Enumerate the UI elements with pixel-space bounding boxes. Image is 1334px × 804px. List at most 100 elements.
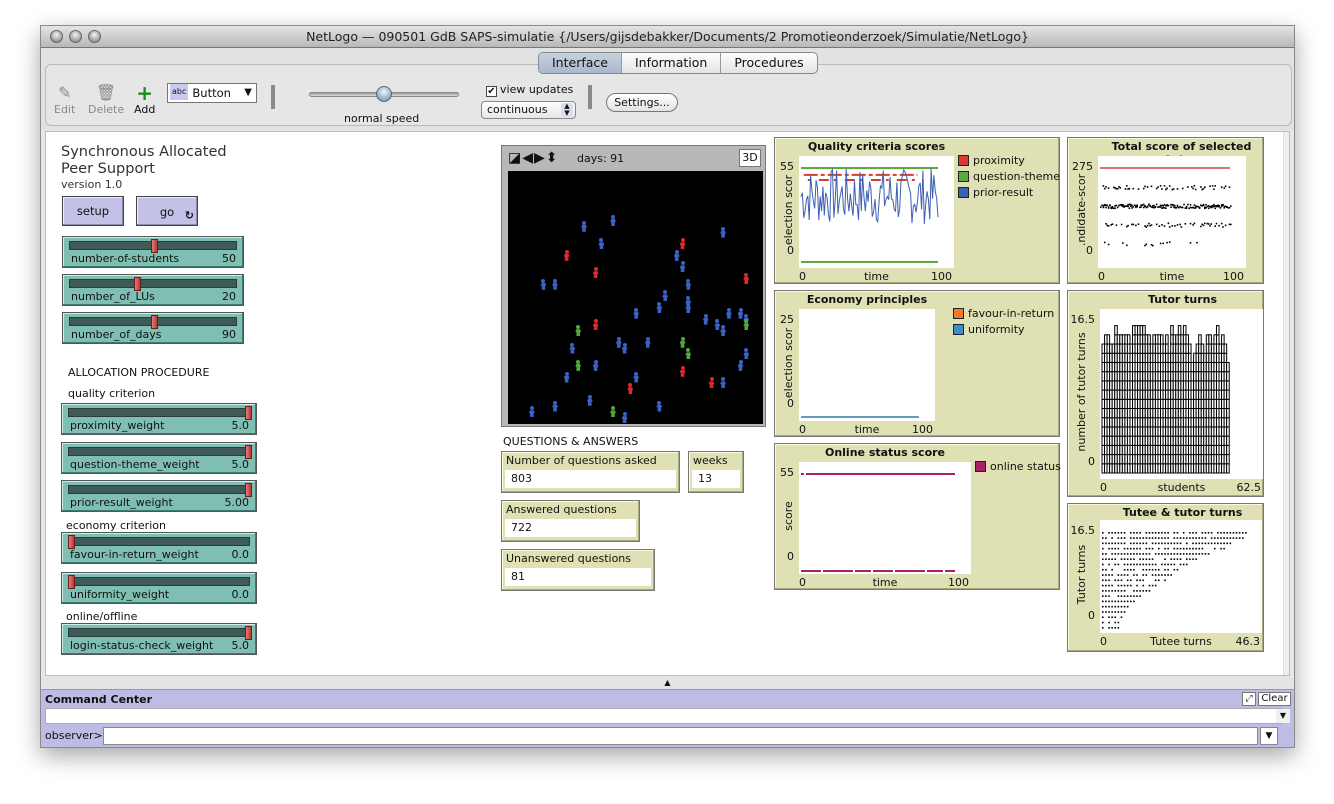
data-point — [1140, 206, 1142, 208]
slider-question-theme-weight[interactable]: question-theme_weight 5.0 — [61, 442, 257, 474]
slider-thumb[interactable] — [245, 445, 252, 459]
turtle-blue — [621, 342, 628, 354]
vertical-scrollbar[interactable] — [1283, 132, 1289, 675]
data-point — [1176, 188, 1179, 190]
data-point — [1120, 579, 1123, 582]
slider-track[interactable] — [68, 408, 250, 417]
data-point — [1222, 226, 1224, 228]
data-point — [1154, 537, 1157, 539]
update-mode-select[interactable]: continuous ▲ ▼ — [481, 101, 576, 119]
settings-button[interactable]: Settings... — [606, 93, 678, 112]
data-point — [1120, 611, 1123, 613]
slider-track[interactable] — [68, 537, 250, 546]
minimize-window-button[interactable] — [69, 30, 82, 43]
data-point — [1114, 207, 1116, 210]
data-point — [1189, 222, 1192, 225]
plot-economy: Economy principles scores025time0100elec… — [774, 290, 1060, 437]
expand-icon[interactable]: ⤢ — [1242, 692, 1256, 706]
slider-track[interactable] — [68, 577, 250, 586]
data-point — [1223, 542, 1225, 545]
slider-thumb[interactable] — [68, 575, 75, 589]
data-point — [1161, 188, 1163, 190]
splitter-handle[interactable]: ▲ — [41, 677, 1294, 689]
slider-favour-in-return-weight[interactable]: favour-in-return_weight 0.0 — [61, 532, 257, 564]
slider-number-of-students[interactable]: number-of-students 50 — [62, 236, 244, 268]
data-point — [1176, 568, 1179, 571]
slider-thumb[interactable] — [245, 406, 252, 420]
data-point — [1144, 205, 1146, 207]
tab-interface[interactable]: Interface — [539, 53, 622, 73]
slider-thumb[interactable] — [68, 535, 75, 549]
3d-button[interactable]: 3D — [739, 149, 761, 167]
data-point — [1126, 595, 1129, 597]
data-point — [1154, 532, 1157, 534]
slider-track[interactable] — [69, 279, 237, 288]
data-point — [1176, 558, 1179, 560]
y-axis-label: election scor — [782, 174, 795, 246]
data-point — [1150, 185, 1153, 188]
output-dropdown-icon[interactable]: ▼ — [1276, 709, 1290, 723]
data-point — [1142, 558, 1145, 560]
edit-button[interactable]: ✎ Edit — [54, 83, 75, 116]
data-point — [1120, 532, 1123, 534]
data-point — [1230, 223, 1232, 226]
tab-information[interactable]: Information — [622, 53, 722, 73]
slider-number-of-lus[interactable]: number_of_LUs 20 — [62, 274, 244, 306]
speed-slider-knob[interactable] — [376, 86, 392, 102]
view-updates-checkbox[interactable]: ✔ view updates — [486, 83, 573, 97]
forever-icon: ↻ — [184, 209, 194, 222]
slider-thumb[interactable] — [245, 626, 252, 640]
data-point — [1111, 547, 1113, 550]
data-point — [1137, 223, 1140, 225]
slider-track[interactable] — [68, 447, 250, 456]
data-point — [1167, 537, 1169, 539]
widget-type-select[interactable]: abc Button ▼ — [167, 83, 257, 103]
tab-procedures[interactable]: Procedures — [721, 53, 816, 73]
slider-proximity-weight[interactable]: proximity_weight 5.0 — [61, 403, 257, 435]
checkbox-check-icon: ✔ — [486, 86, 497, 97]
slider-thumb[interactable] — [150, 315, 158, 329]
data-point — [1117, 563, 1120, 566]
command-input[interactable] — [103, 727, 1258, 745]
slider-track[interactable] — [68, 485, 250, 494]
data-point — [1142, 187, 1145, 190]
bar-segment — [1226, 398, 1230, 410]
data-point — [1174, 225, 1176, 227]
data-point — [1111, 542, 1113, 545]
data-point — [1193, 222, 1196, 225]
data-point — [1201, 542, 1204, 545]
data-point — [1192, 187, 1194, 190]
world-canvas[interactable] — [508, 171, 763, 424]
history-dropdown-icon[interactable]: ▼ — [1260, 727, 1278, 745]
data-point — [1192, 553, 1194, 555]
go-button[interactable]: go ↻ — [136, 196, 198, 226]
slider-thumb[interactable] — [134, 277, 142, 291]
delete-button[interactable]: 🗑 Delete — [88, 83, 124, 116]
plot-title: Tutee & tutor turns — [1122, 506, 1243, 519]
model-version: version 1.0 — [61, 178, 123, 191]
data-point — [1137, 188, 1140, 190]
slider-uniformity-weight[interactable]: uniformity_weight 0.0 — [61, 572, 257, 604]
horizontal-arrows-icon[interactable]: ◀▶ — [522, 150, 546, 166]
slider-prior-result-weight[interactable]: prior-result_weight 5.00 — [61, 480, 257, 512]
slider-thumb[interactable] — [150, 239, 158, 253]
clear-button[interactable]: Clear — [1258, 692, 1291, 706]
resize-icon[interactable]: ◪ — [508, 150, 522, 166]
bar-segment — [1165, 334, 1169, 345]
setup-button[interactable]: setup — [62, 196, 124, 226]
data-point — [1241, 537, 1244, 539]
slider-login-status-check-weight[interactable]: login-status-check_weight 5.0 — [61, 623, 257, 655]
data-point — [1220, 542, 1222, 545]
x-tick-label: 0 — [799, 423, 806, 436]
zoom-window-button[interactable] — [88, 30, 101, 43]
slider-track[interactable] — [68, 628, 250, 637]
slider-thumb[interactable] — [245, 483, 252, 497]
slider-number-of-days[interactable]: number_of_days 90 — [62, 312, 244, 344]
add-button[interactable]: + Add — [134, 83, 155, 116]
close-window-button[interactable] — [50, 30, 63, 43]
data-point — [1114, 621, 1117, 624]
data-point — [1133, 595, 1135, 597]
data-point — [1167, 553, 1169, 555]
plot-svg — [1100, 167, 1232, 247]
vertical-arrows-icon[interactable]: ⬍ — [546, 150, 559, 166]
